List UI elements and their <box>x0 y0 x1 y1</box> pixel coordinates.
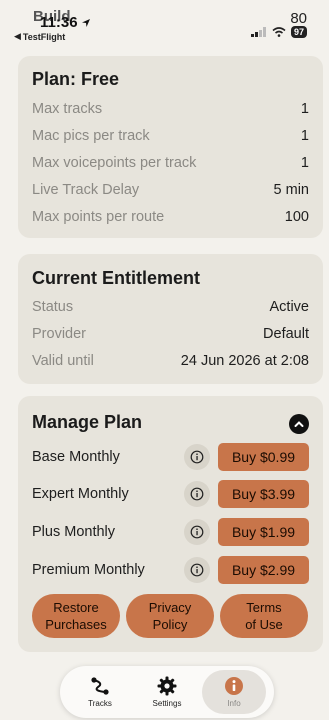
row-value: 1 <box>300 101 309 117</box>
label-line: Purchases <box>45 617 107 632</box>
tab-info[interactable]: Info <box>202 670 266 714</box>
entitlement-row: Valid until 24 Jun 2026 at 2:08 <box>32 350 309 372</box>
back-label: TestFlight <box>22 31 66 42</box>
location-arrow-icon <box>81 18 90 27</box>
route-icon <box>91 677 109 695</box>
back-to-testflight[interactable]: ◀ TestFlight <box>14 31 65 42</box>
plan-info-button[interactable] <box>184 481 210 507</box>
plan-option-name: Plus Monthly <box>32 524 116 540</box>
privacy-policy-label: Privacy Policy <box>149 599 192 633</box>
plan-info-button[interactable] <box>184 557 210 583</box>
tab-bar: Tracks Settings Info <box>60 666 274 718</box>
tab-label: Tracks <box>88 699 112 708</box>
row-value: Default <box>263 326 309 342</box>
plan-option-name: Premium Monthly <box>32 562 145 578</box>
row-label: Mac pics per track <box>32 128 150 144</box>
row-value: 5 min <box>273 182 309 198</box>
info-circle-icon <box>190 563 204 577</box>
plan-row: Max tracks 1 <box>32 98 309 120</box>
row-value: 24 Jun 2026 at 2:08 <box>180 353 309 369</box>
info-circle-icon <box>190 525 204 539</box>
row-label: Live Track Delay <box>32 182 140 198</box>
row-label: Max tracks <box>32 101 103 117</box>
status-time: 11:36 <box>40 14 91 31</box>
label-line: of Use <box>245 617 283 632</box>
plan-option-row: Premium Monthly Buy $2.99 <box>32 555 309 585</box>
chevron-up-icon <box>294 421 304 427</box>
status-bar: Build 11:36 ◀ TestFlight 80 97 <box>0 0 329 44</box>
info-icon <box>225 677 243 695</box>
manage-plan-card: Manage Plan Base Monthly Buy $0.99 Exper… <box>18 396 323 652</box>
label-line: Terms <box>246 600 282 615</box>
terms-of-use-label: Terms of Use <box>245 599 283 633</box>
row-value: 1 <box>300 128 309 144</box>
manage-plan-title: Manage Plan <box>32 412 143 432</box>
row-label: Provider <box>32 326 86 342</box>
plan-info-button[interactable] <box>184 519 210 545</box>
battery-icon: 97 <box>290 26 307 38</box>
entitlement-row: Status Active <box>32 296 309 318</box>
buy-button[interactable]: Buy $2.99 <box>218 556 309 584</box>
tab-label: Info <box>227 699 241 708</box>
plan-row: Live Track Delay 5 min <box>32 179 309 201</box>
row-value: Active <box>269 299 310 315</box>
info-circle-icon <box>190 487 204 501</box>
row-label: Max points per route <box>32 209 165 225</box>
wifi-icon <box>272 27 286 37</box>
restore-purchases-label: Restore Purchases <box>45 599 106 633</box>
tab-label: Settings <box>152 699 182 708</box>
status-ghost-right: 80 <box>290 10 307 27</box>
row-label: Status <box>32 299 74 315</box>
row-label: Max voicepoints per track <box>32 155 197 171</box>
terms-of-use-button[interactable]: Terms of Use <box>220 594 308 638</box>
entitlement-title: Current Entitlement <box>32 268 201 288</box>
tab-tracks[interactable]: Tracks <box>68 670 132 714</box>
buy-button[interactable]: Buy $0.99 <box>218 443 309 471</box>
label-line: Restore <box>53 600 99 615</box>
plan-option-row: Expert Monthly Buy $3.99 <box>32 479 309 509</box>
gear-icon <box>157 676 177 696</box>
plan-title: Plan: Free <box>32 69 120 89</box>
tab-settings[interactable]: Settings <box>135 670 199 714</box>
back-arrow-icon: ◀ <box>14 31 21 41</box>
label-line: Privacy <box>148 600 192 615</box>
entitlement-card: Current Entitlement Status Active Provid… <box>18 254 323 384</box>
row-label: Valid until <box>32 353 94 369</box>
privacy-policy-button[interactable]: Privacy Policy <box>126 594 214 638</box>
status-icons: 97 <box>250 26 307 38</box>
plan-row: Max points per route 100 <box>32 206 309 228</box>
row-value: 1 <box>300 155 309 171</box>
plan-row: Max voicepoints per track 1 <box>32 152 309 174</box>
label-line: Policy <box>152 617 188 632</box>
plan-card: Plan: Free Max tracks 1 Mac pics per tra… <box>18 56 323 238</box>
restore-purchases-button[interactable]: Restore Purchases <box>32 594 120 638</box>
entitlement-row: Provider Default <box>32 323 309 345</box>
plan-option-row: Base Monthly Buy $0.99 <box>32 442 309 472</box>
plan-option-row: Plus Monthly Buy $1.99 <box>32 517 309 547</box>
info-circle-icon <box>190 450 204 464</box>
buy-button[interactable]: Buy $1.99 <box>218 518 309 546</box>
row-value: 100 <box>284 209 309 225</box>
buy-button[interactable]: Buy $3.99 <box>218 480 309 508</box>
plan-option-name: Expert Monthly <box>32 486 129 502</box>
collapse-button[interactable] <box>289 414 309 434</box>
plan-option-name: Base Monthly <box>32 449 120 465</box>
signal-icon <box>250 27 266 37</box>
plan-info-button[interactable] <box>184 444 210 470</box>
plan-row: Mac pics per track 1 <box>32 125 309 147</box>
status-time-text: 11:36 <box>40 14 78 31</box>
